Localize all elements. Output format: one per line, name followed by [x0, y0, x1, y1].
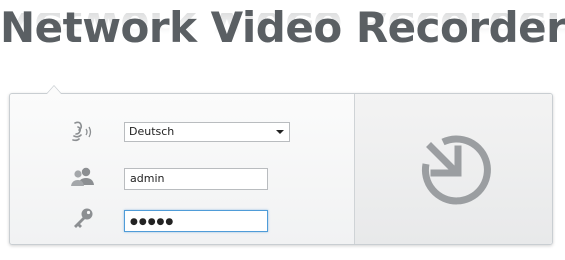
login-clock-arrow-icon [421, 135, 491, 205]
password-input[interactable]: ●●●●● [124, 210, 268, 232]
password-value: ●●●●● [130, 217, 175, 227]
login-panel: Deutsch admin ●●●●● [9, 85, 553, 245]
login-button[interactable] [355, 94, 552, 244]
chevron-down-icon [276, 130, 284, 134]
language-speaker-icon [68, 119, 98, 145]
username-input[interactable]: admin [124, 168, 268, 190]
users-icon [68, 164, 98, 190]
panel-pointer [46, 85, 62, 94]
username-value: admin [130, 172, 165, 185]
language-select-value: Deutsch [129, 125, 175, 138]
page-title-reflection: Network Video Recorder [0, 13, 565, 50]
login-form: Deutsch admin ●●●●● [10, 94, 354, 244]
key-icon [68, 206, 98, 232]
language-select[interactable]: Deutsch [124, 122, 290, 142]
